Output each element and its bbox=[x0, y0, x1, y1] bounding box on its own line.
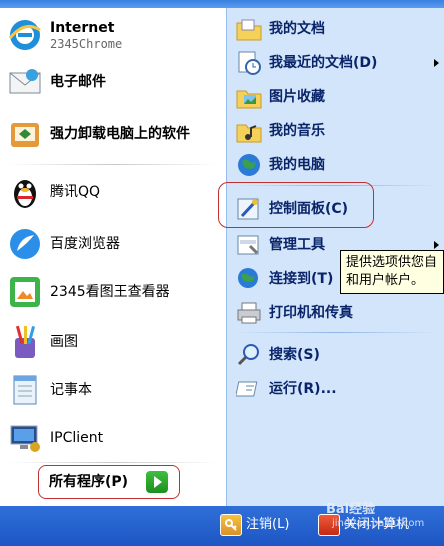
pictures-folder-icon bbox=[235, 83, 263, 111]
right-item-recent-documents[interactable]: 我最近的文档(D) bbox=[235, 48, 441, 78]
right-item-label: 我的电脑 bbox=[269, 157, 325, 173]
baidu-browser-icon bbox=[6, 225, 44, 263]
all-programs-button[interactable]: 所有程序(P) bbox=[38, 465, 180, 499]
recent-paint-title: 画图 bbox=[50, 334, 78, 350]
right-item-label: 打印机和传真 bbox=[269, 305, 353, 321]
pinned-internet[interactable]: Internet 2345Chrome bbox=[6, 14, 222, 56]
left-separator-2 bbox=[8, 462, 218, 463]
right-item-run[interactable]: 运行(R)... bbox=[235, 374, 441, 404]
pinned-email[interactable]: 电子邮件 bbox=[6, 62, 222, 102]
run-icon bbox=[235, 375, 263, 403]
recent-baidu-browser-title: 百度浏览器 bbox=[50, 236, 120, 252]
play-arrow-icon bbox=[146, 471, 169, 493]
recent-ipclient-title: IPClient bbox=[50, 430, 104, 446]
recent-documents-icon bbox=[235, 49, 263, 77]
my-computer-icon bbox=[235, 151, 263, 179]
logoff-button[interactable]: 注销(L) bbox=[220, 514, 289, 536]
qq-penguin-icon bbox=[6, 173, 44, 211]
pinned-internet-title: Internet bbox=[50, 20, 115, 36]
paint-icon bbox=[6, 323, 44, 361]
right-item-my-pictures[interactable]: 图片收藏 bbox=[235, 82, 441, 112]
documents-folder-icon bbox=[235, 15, 263, 43]
recent-image-viewer[interactable]: 2345看图王查看器 bbox=[6, 272, 222, 312]
recent-image-viewer-title: 2345看图王查看器 bbox=[50, 284, 170, 300]
recent-ipclient[interactable]: IPClient bbox=[6, 418, 222, 458]
pinned-uninstall-title: 强力卸载电脑上的软件 bbox=[50, 126, 190, 142]
internet-explorer-icon bbox=[6, 16, 44, 54]
logoff-label: 注销(L) bbox=[246, 517, 290, 532]
start-menu: Internet 2345Chrome 电子邮件 强力卸载电脑上的软件 腾讯QQ… bbox=[0, 0, 444, 546]
baidu-watermark-url: jingyan.baidu.com bbox=[332, 518, 425, 529]
right-item-label: 运行(R)... bbox=[269, 381, 337, 397]
recent-notepad-title: 记事本 bbox=[50, 382, 92, 398]
right-item-printers[interactable]: 打印机和传真 bbox=[235, 298, 441, 328]
right-item-label: 搜索(S) bbox=[269, 347, 320, 363]
search-icon bbox=[235, 341, 263, 369]
right-item-search[interactable]: 搜索(S) bbox=[235, 340, 441, 370]
music-folder-icon bbox=[235, 117, 263, 145]
image-viewer-icon bbox=[6, 273, 44, 311]
right-item-label: 管理工具 bbox=[269, 237, 325, 253]
right-item-label: 我的文档 bbox=[269, 21, 325, 37]
ipclient-icon bbox=[6, 419, 44, 457]
recent-notepad[interactable]: 记事本 bbox=[6, 370, 222, 410]
right-separator-2 bbox=[235, 332, 437, 333]
right-item-label: 我最近的文档(D) bbox=[269, 55, 378, 71]
email-icon bbox=[6, 63, 44, 101]
left-separator-1 bbox=[8, 164, 218, 165]
control-panel-highlight-ring bbox=[218, 182, 374, 228]
all-programs-label: 所有程序(P) bbox=[49, 474, 129, 490]
printer-icon bbox=[235, 299, 263, 327]
connect-to-icon bbox=[235, 265, 263, 293]
left-pane: Internet 2345Chrome 电子邮件 强力卸载电脑上的软件 腾讯QQ… bbox=[0, 8, 226, 506]
right-item-my-music[interactable]: 我的音乐 bbox=[235, 116, 441, 146]
recent-qq[interactable]: 腾讯QQ bbox=[6, 172, 222, 212]
right-item-label: 图片收藏 bbox=[269, 89, 325, 105]
control-panel-tooltip: 提供选项供您自和用户帐户。 bbox=[340, 250, 444, 294]
key-icon bbox=[220, 514, 242, 536]
menu-top-strip bbox=[0, 0, 444, 8]
submenu-arrow-icon bbox=[434, 241, 439, 249]
submenu-arrow-icon bbox=[434, 59, 439, 67]
notepad-icon bbox=[6, 371, 44, 409]
uninstall-icon bbox=[6, 115, 44, 153]
pinned-uninstall[interactable]: 强力卸载电脑上的软件 bbox=[6, 114, 222, 154]
recent-qq-title: 腾讯QQ bbox=[50, 184, 101, 200]
recent-baidu-browser[interactable]: 百度浏览器 bbox=[6, 224, 222, 264]
recent-paint[interactable]: 画图 bbox=[6, 322, 222, 362]
pinned-internet-subtitle: 2345Chrome bbox=[50, 37, 123, 51]
right-item-label: 连接到(T) bbox=[269, 271, 334, 287]
admin-tools-icon bbox=[235, 231, 263, 259]
right-item-label: 我的音乐 bbox=[269, 123, 325, 139]
right-item-my-documents[interactable]: 我的文档 bbox=[235, 14, 441, 44]
right-item-my-computer[interactable]: 我的电脑 bbox=[235, 150, 441, 180]
baidu-watermark: Bai经验 bbox=[326, 502, 376, 517]
pinned-email-title: 电子邮件 bbox=[50, 74, 106, 90]
